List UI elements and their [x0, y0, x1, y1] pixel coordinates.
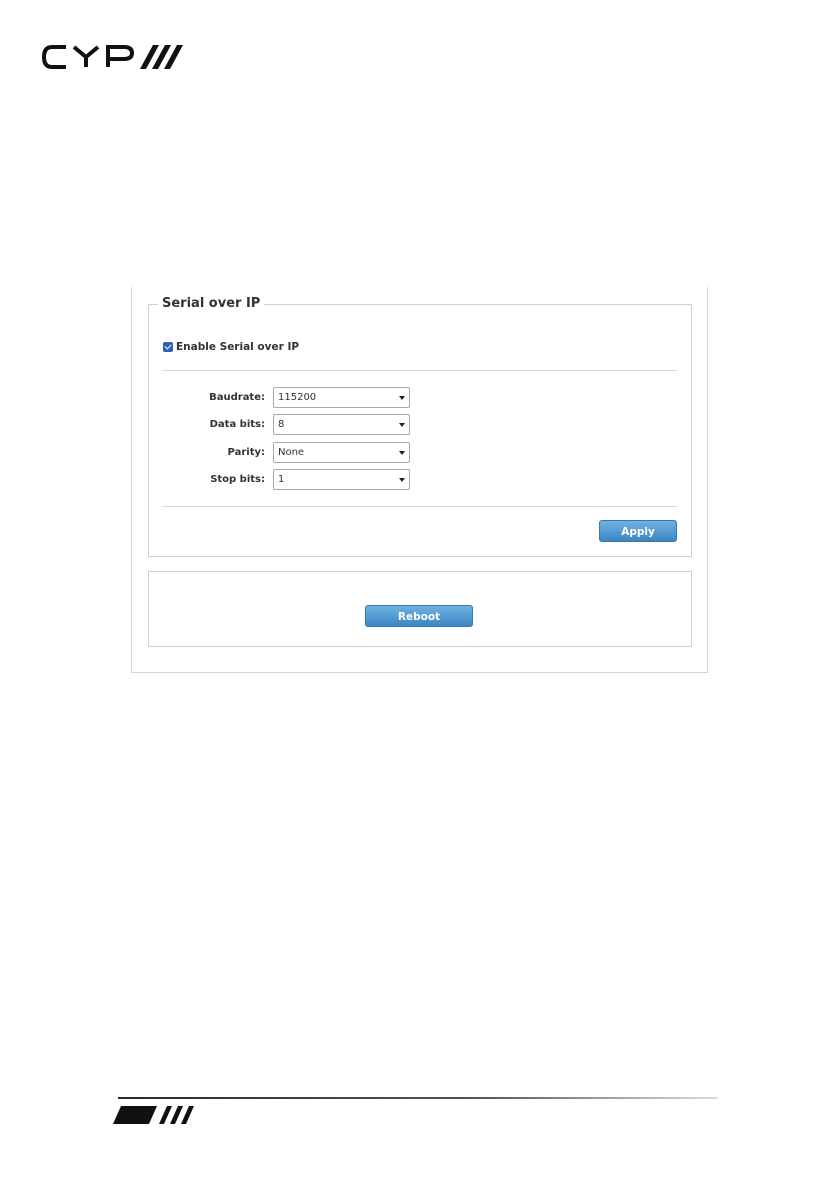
- parity-value: None: [278, 447, 305, 458]
- parity-select[interactable]: None: [273, 442, 410, 463]
- chevron-down-icon: [399, 396, 405, 400]
- chevron-down-icon: [399, 423, 405, 427]
- chevron-down-icon: [399, 478, 405, 482]
- footer-rule: [118, 1097, 718, 1099]
- baudrate-label: Baudrate:: [209, 392, 265, 403]
- divider: [162, 370, 677, 371]
- enable-serial-checkbox[interactable]: [163, 342, 173, 352]
- apply-button[interactable]: Apply: [599, 520, 677, 542]
- stop-bits-label: Stop bits:: [210, 474, 265, 485]
- footer-logo: [113, 1106, 194, 1124]
- stop-bits-select[interactable]: 1: [273, 469, 410, 490]
- divider: [162, 506, 677, 507]
- baudrate-select[interactable]: 115200: [273, 387, 410, 408]
- cyp-logo: [42, 45, 183, 69]
- enable-serial-label: Enable Serial over IP: [176, 341, 300, 353]
- parity-label: Parity:: [227, 447, 265, 458]
- data-bits-value: 8: [278, 419, 285, 430]
- enable-serial-row[interactable]: Enable Serial over IP: [163, 341, 299, 353]
- stop-bits-value: 1: [278, 474, 285, 485]
- baudrate-value: 115200: [278, 392, 317, 403]
- reboot-button[interactable]: Reboot: [365, 605, 473, 627]
- section-title: Serial over IP: [158, 296, 265, 312]
- chevron-down-icon: [399, 451, 405, 455]
- data-bits-label: Data bits:: [209, 419, 265, 430]
- data-bits-select[interactable]: 8: [273, 414, 410, 435]
